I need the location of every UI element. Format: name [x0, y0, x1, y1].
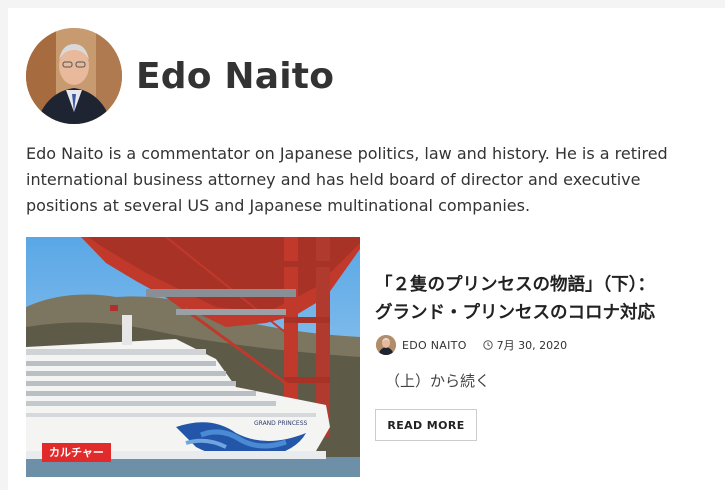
read-more-button[interactable]: READ MORE: [375, 409, 477, 441]
author-header: Edo Naito: [26, 27, 334, 125]
post-meta: EDO NAITO 7月 30, 2020: [376, 335, 567, 355]
post-thumbnail[interactable]: GRAND PRINCESS カルチャー: [26, 237, 360, 477]
post-date: 7月 30, 2020: [496, 339, 568, 352]
post-excerpt: （上）から続く: [385, 372, 491, 390]
author-avatar: [26, 28, 122, 124]
clock-icon: [482, 340, 493, 350]
meta-author-name[interactable]: EDO NAITO: [402, 339, 467, 352]
author-bio: Edo Naito is a commentator on Japanese p…: [26, 144, 668, 215]
category-badge[interactable]: カルチャー: [42, 443, 111, 462]
post-title-line2[interactable]: グランド・プリンセスのコロナ対応: [375, 299, 705, 327]
post-title-line1[interactable]: 「２隻のプリンセスの物語」（下）：: [375, 271, 705, 299]
meta-author-avatar[interactable]: [376, 335, 396, 355]
post-title[interactable]: 「２隻のプリンセスの物語」（下）： グランド・プリンセスのコロナ対応: [375, 271, 705, 327]
author-name: Edo Naito: [136, 55, 335, 97]
ship-name-text: GRAND PRINCESS: [254, 420, 308, 427]
